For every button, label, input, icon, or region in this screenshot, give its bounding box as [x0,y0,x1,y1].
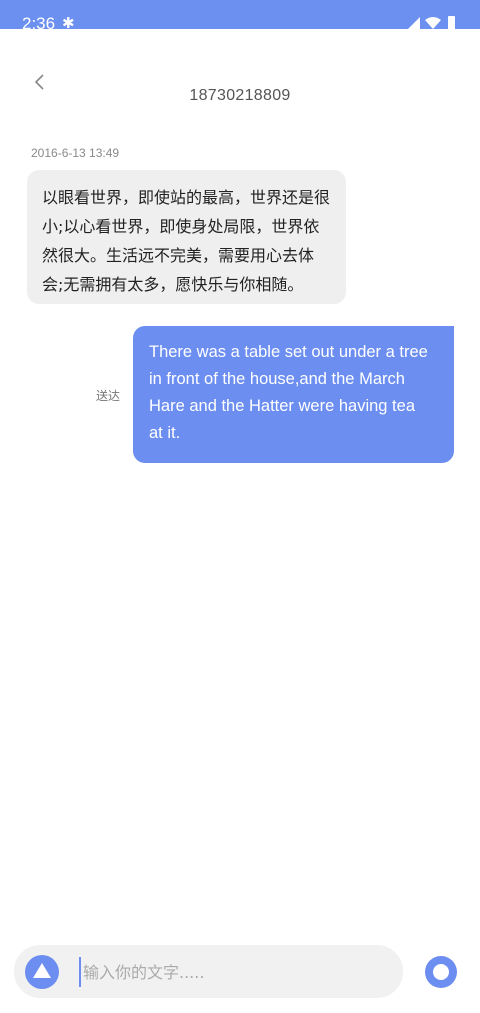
delivery-status: 送达 [96,389,121,403]
composer-bar [14,945,403,998]
record-button[interactable] [425,956,457,988]
message-line: 会;无需拥有太多，愿快乐与你相随。 [42,275,304,294]
message-line: 然很大。生活远不完美，需要用心去体 [42,246,315,265]
signal-icon [408,17,420,29]
incoming-message-bubble[interactable]: 以眼看世界，即使站的最高，世界还是很 小;以心看世界，即使身处局限，世界依 然很… [27,170,346,304]
message-line: at it. [149,424,181,442]
message-line: 以眼看世界，即使站的最高，世界还是很 [42,188,331,207]
status-bar: 2:36 ✱ [0,0,480,29]
contact-title: 18730218809 [189,87,291,104]
message-line: 小;以心看世界，即使身处局限，世界依 [42,217,320,236]
attachment-button[interactable] [25,955,59,989]
bluetooth-icon: ✱ [62,14,75,29]
status-icons [408,16,455,29]
message-line: Hare and the Hatter were having tea [149,397,415,415]
message-line: in front of the house,and the March [149,370,405,388]
message-input[interactable] [79,957,379,987]
wifi-icon [425,17,441,29]
message-line: There was a table set out under a tree [149,343,428,361]
status-time: 2:36 [22,14,56,29]
triangle-icon [33,963,51,978]
chat-header: 18730218809 [0,29,480,119]
message-timestamp: 2016-6-13 13:49 [31,146,120,160]
record-icon [433,964,449,980]
outgoing-message-bubble[interactable]: There was a table set out under a tree i… [133,326,454,463]
battery-icon [448,16,455,29]
